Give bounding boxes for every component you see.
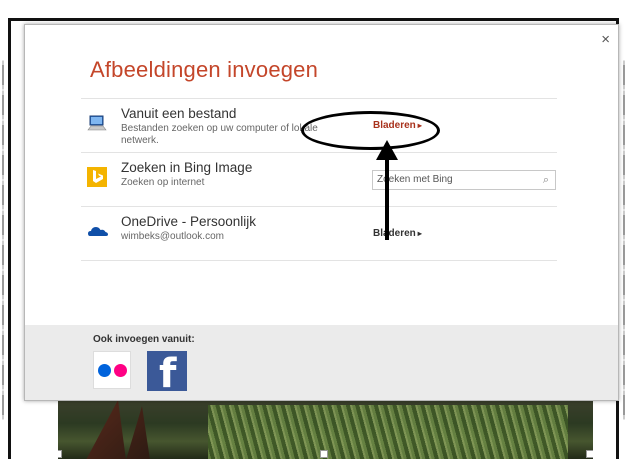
source-onedrive[interactable]: OneDrive - Persoonlijk wimbeks@outlook.c… <box>81 206 557 261</box>
slide-guide-dots-top <box>0 14 627 16</box>
slide-photo[interactable] <box>58 400 593 459</box>
dialog-title: Afbeeldingen invoegen <box>90 57 319 82</box>
onedrive-icon <box>87 221 108 241</box>
resize-handle[interactable] <box>58 450 62 458</box>
photo-plant <box>86 400 150 459</box>
source-name: Zoeken in Bing Image <box>121 160 253 175</box>
insert-pictures-dialog: × Afbeeldingen invoegen Vanuit een besta… <box>24 24 619 401</box>
flickr-dot-blue <box>98 364 111 377</box>
highlight-ellipse <box>301 111 440 150</box>
resize-handle[interactable] <box>586 450 593 458</box>
source-bing: Zoeken in Bing Image Zoeken op internet … <box>81 152 557 207</box>
source-description: Zoeken op internet <box>121 177 205 188</box>
flickr-dot-pink <box>114 364 127 377</box>
search-icon[interactable]: ⌕ <box>543 174 549 187</box>
slide-guide-dots-right <box>623 60 625 420</box>
chevron-right-icon: ▸ <box>417 229 422 238</box>
browse-onedrive-button[interactable]: Bladeren ▸ <box>373 228 422 239</box>
dialog-footer: Ook invoegen vanuit: f <box>25 325 618 400</box>
source-description: wimbeks@outlook.com <box>121 231 224 242</box>
footer-label: Ook invoegen vanuit: <box>93 334 195 345</box>
flickr-icon[interactable] <box>93 351 131 389</box>
arrow-shaft <box>385 150 389 240</box>
photo-foliage <box>208 405 568 459</box>
source-name: OneDrive - Persoonlijk <box>121 214 257 229</box>
row-divider <box>81 260 557 261</box>
facebook-icon[interactable]: f <box>147 351 187 391</box>
bing-search-input[interactable]: Zoeken met Bing ⌕ <box>372 170 556 190</box>
resize-handle[interactable] <box>320 450 328 458</box>
source-name: Vanuit een bestand <box>121 106 237 121</box>
bing-icon <box>87 167 107 187</box>
computer-icon <box>87 113 107 133</box>
close-button[interactable]: × <box>601 31 610 48</box>
slide-guide-dots-left <box>2 60 4 420</box>
browse-label: Bladeren <box>373 228 416 239</box>
